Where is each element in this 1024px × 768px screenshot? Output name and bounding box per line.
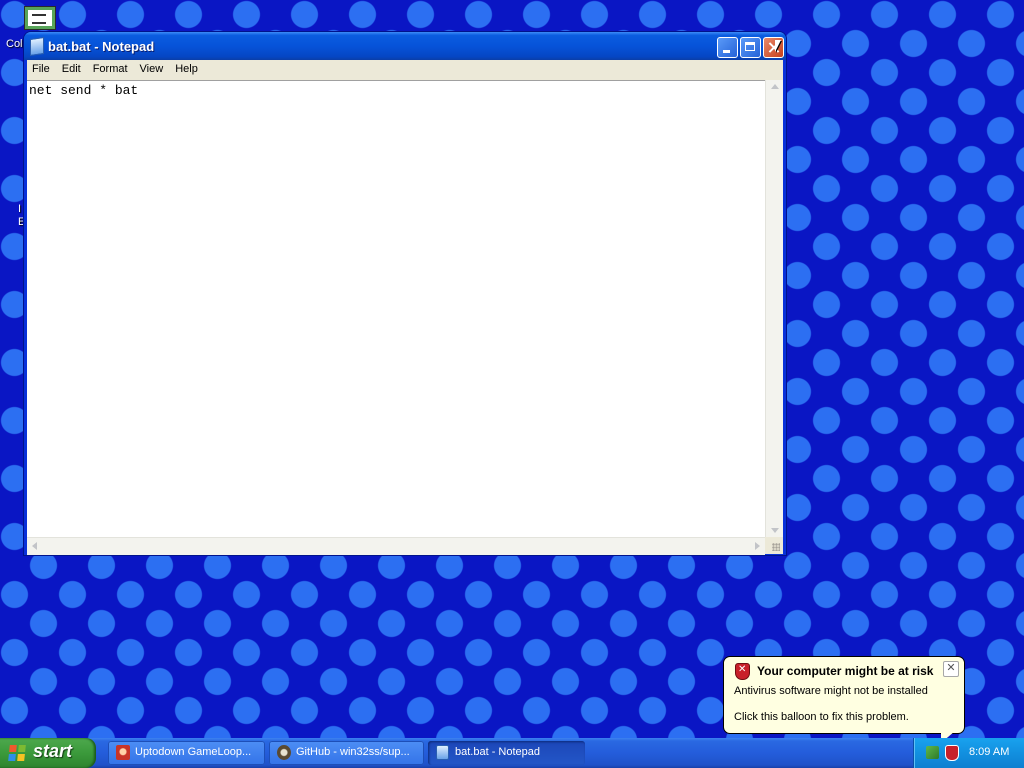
system-tray: 8:09 AM bbox=[913, 738, 1024, 768]
scroll-left-arrow-icon[interactable] bbox=[32, 542, 37, 550]
scroll-up-arrow-icon[interactable] bbox=[771, 84, 779, 89]
notepad-icon bbox=[436, 745, 449, 760]
desktop-hidden-label-1: I bbox=[18, 203, 22, 215]
balloon-action-text[interactable]: Click this balloon to fix this problem. bbox=[734, 711, 909, 723]
minimize-button[interactable] bbox=[717, 37, 738, 58]
security-center-icon[interactable] bbox=[945, 745, 959, 761]
text-editor[interactable]: net send * bat bbox=[27, 80, 765, 537]
taskbar: start Uptodown GameLoop... GitHub - win3… bbox=[0, 738, 1024, 768]
network-icon[interactable] bbox=[926, 746, 939, 759]
balloon-close-button[interactable]: ✕ bbox=[943, 661, 959, 677]
desktop: Col I E bat.bat - Notepad File Edit Format… bbox=[0, 0, 1024, 738]
desktop-shortcut-icon[interactable] bbox=[24, 6, 56, 30]
security-shield-icon bbox=[735, 663, 750, 680]
editor-content[interactable]: net send * bat bbox=[29, 83, 138, 98]
menu-format[interactable]: Format bbox=[87, 60, 134, 75]
menu-edit[interactable]: Edit bbox=[56, 60, 87, 75]
menu-help[interactable]: Help bbox=[169, 60, 204, 75]
taskbar-button-notepad[interactable]: bat.bat - Notepad bbox=[428, 741, 585, 765]
balloon-title: Your computer might be at risk bbox=[757, 664, 934, 678]
desktop-icon-label[interactable]: Col bbox=[6, 38, 23, 50]
horizontal-scrollbar[interactable] bbox=[27, 537, 765, 555]
taskbar-button-label: GitHub - win32ss/sup... bbox=[296, 746, 410, 758]
menu-bar: File Edit Format View Help bbox=[27, 60, 783, 80]
notepad-titlebar[interactable]: bat.bat - Notepad bbox=[24, 32, 786, 60]
mouse-cursor-icon bbox=[775, 40, 781, 52]
notepad-window: bat.bat - Notepad File Edit Format View Help… bbox=[24, 32, 786, 555]
menu-file[interactable]: File bbox=[27, 60, 56, 75]
security-balloon[interactable]: Your computer might be at risk ✕ Antivir… bbox=[723, 656, 965, 734]
scroll-right-arrow-icon[interactable] bbox=[755, 542, 760, 550]
taskbar-button-uptodown[interactable]: Uptodown GameLoop... bbox=[108, 741, 265, 765]
notepad-icon[interactable] bbox=[30, 37, 44, 56]
scroll-down-arrow-icon[interactable] bbox=[771, 528, 779, 533]
taskbar-button-label: bat.bat - Notepad bbox=[455, 746, 541, 758]
clock[interactable]: 8:09 AM bbox=[969, 746, 1009, 758]
taskbar-button-github[interactable]: GitHub - win32ss/sup... bbox=[269, 741, 424, 765]
start-button[interactable]: start bbox=[0, 738, 96, 768]
github-icon bbox=[277, 745, 291, 760]
start-label: start bbox=[33, 741, 73, 761]
menu-view[interactable]: View bbox=[134, 60, 170, 75]
window-title: bat.bat - Notepad bbox=[48, 39, 155, 54]
balloon-message: Antivirus software might not be installe… bbox=[734, 685, 928, 697]
windows-logo-icon bbox=[8, 745, 26, 761]
uptodown-icon bbox=[116, 745, 130, 760]
vertical-scrollbar[interactable] bbox=[765, 80, 783, 537]
resize-grip-icon[interactable] bbox=[765, 537, 783, 554]
maximize-button[interactable] bbox=[740, 37, 761, 58]
taskbar-button-label: Uptodown GameLoop... bbox=[135, 746, 252, 758]
